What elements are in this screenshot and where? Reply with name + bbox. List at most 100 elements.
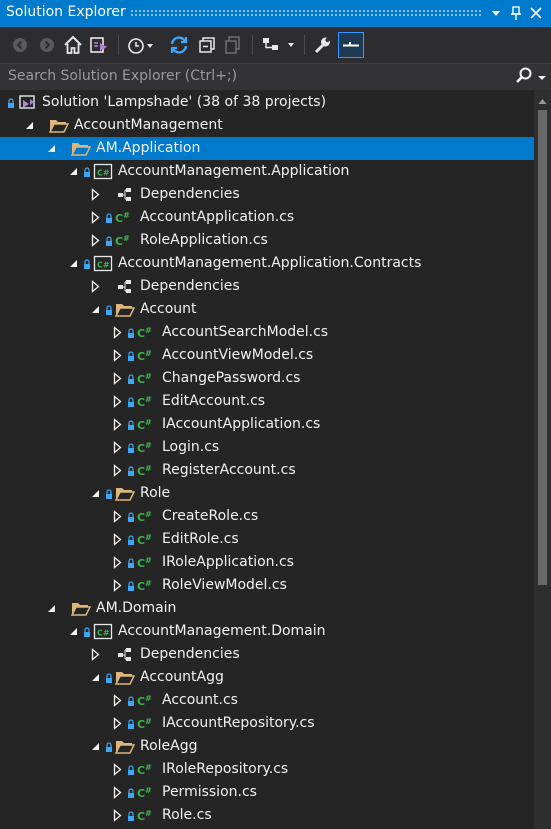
collapsed-triangle-icon[interactable] bbox=[110, 413, 124, 436]
tree-row[interactable]: C # ChangePassword.cs bbox=[0, 367, 534, 390]
settings-icon[interactable] bbox=[338, 32, 364, 58]
title-grip[interactable] bbox=[130, 9, 483, 16]
csharp-file-icon: C # bbox=[137, 507, 157, 526]
close-icon[interactable] bbox=[528, 3, 544, 23]
collapse-all-icon[interactable] bbox=[196, 34, 218, 56]
search-options-dropdown-icon[interactable] bbox=[536, 68, 548, 86]
collapsed-triangle-icon[interactable] bbox=[110, 459, 124, 482]
tree-row[interactable]: Solution 'Lampshade' (38 of 38 projects) bbox=[0, 91, 534, 114]
source-control-lock-icon bbox=[104, 735, 114, 758]
home-icon[interactable] bbox=[62, 34, 84, 56]
expanded-triangle-icon[interactable] bbox=[88, 735, 102, 758]
collapsed-triangle-icon[interactable] bbox=[110, 367, 124, 390]
tree-row[interactable]: C # Role.cs bbox=[0, 804, 534, 827]
tree-row[interactable]: C # CreateRole.cs bbox=[0, 505, 534, 528]
tree-row[interactable]: C# AccountManagement.Application.Contract… bbox=[0, 252, 534, 275]
collapsed-triangle-icon[interactable] bbox=[88, 643, 102, 666]
tree-row[interactable]: Dependencies bbox=[0, 643, 534, 666]
tree-row[interactable]: C # EditAccount.cs bbox=[0, 390, 534, 413]
expanded-triangle-icon[interactable] bbox=[88, 666, 102, 689]
tree-row[interactable]: AM.Application bbox=[0, 137, 534, 160]
folder-open-icon bbox=[115, 300, 135, 319]
collapsed-triangle-icon[interactable] bbox=[110, 574, 124, 597]
wrench-icon[interactable] bbox=[311, 34, 333, 56]
svg-text:#: # bbox=[145, 809, 152, 818]
expanded-triangle-icon[interactable] bbox=[66, 252, 80, 275]
tree-row[interactable]: C # Login.cs bbox=[0, 436, 534, 459]
tree-row[interactable]: C # RoleViewModel.cs bbox=[0, 574, 534, 597]
tree-row[interactable]: C # Permission.cs bbox=[0, 781, 534, 804]
tree-row[interactable]: C # AccountSearchModel.cs bbox=[0, 321, 534, 344]
solution-tree[interactable]: Solution 'Lampshade' (38 of 38 projects)… bbox=[0, 90, 534, 829]
show-all-files-icon[interactable] bbox=[222, 34, 244, 56]
tree-row[interactable]: AM.Domain bbox=[0, 597, 534, 620]
tree-row[interactable]: Dependencies bbox=[0, 275, 534, 298]
expanded-triangle-icon[interactable] bbox=[66, 620, 80, 643]
tree-row[interactable]: RoleAgg bbox=[0, 735, 534, 758]
collapsed-triangle-icon[interactable] bbox=[110, 528, 124, 551]
collapsed-triangle-icon[interactable] bbox=[110, 436, 124, 459]
toolbar-separator bbox=[118, 35, 119, 55]
collapsed-triangle-icon[interactable] bbox=[110, 344, 124, 367]
tree-row[interactable]: C # IRoleApplication.cs bbox=[0, 551, 534, 574]
collapsed-triangle-icon[interactable] bbox=[110, 390, 124, 413]
tree-row[interactable]: C # AccountApplication.cs bbox=[0, 206, 534, 229]
collapsed-triangle-icon[interactable] bbox=[110, 551, 124, 574]
collapsed-triangle-icon[interactable] bbox=[110, 689, 124, 712]
preview-icon[interactable] bbox=[260, 34, 298, 56]
collapsed-triangle-icon[interactable] bbox=[110, 505, 124, 528]
svg-text:C: C bbox=[137, 511, 145, 524]
forward-icon[interactable] bbox=[36, 34, 58, 56]
tree-row[interactable]: C # IRoleRepository.cs bbox=[0, 758, 534, 781]
tree-row[interactable]: C # IAccountApplication.cs bbox=[0, 413, 534, 436]
source-control-lock-icon bbox=[126, 390, 136, 413]
svg-text:#: # bbox=[145, 395, 152, 404]
tree-row[interactable]: C # Account.cs bbox=[0, 689, 534, 712]
dependencies-icon bbox=[115, 277, 135, 296]
collapsed-triangle-icon[interactable] bbox=[88, 229, 102, 252]
expanded-triangle-icon[interactable] bbox=[22, 114, 36, 137]
back-icon[interactable] bbox=[9, 34, 31, 56]
collapsed-triangle-icon[interactable] bbox=[88, 183, 102, 206]
scrollbar-thumb[interactable] bbox=[538, 110, 547, 585]
expanded-triangle-icon[interactable] bbox=[88, 298, 102, 321]
tree-row[interactable]: Account bbox=[0, 298, 534, 321]
collapsed-triangle-icon[interactable] bbox=[110, 758, 124, 781]
collapsed-triangle-icon[interactable] bbox=[110, 321, 124, 344]
folder-open-icon bbox=[71, 139, 91, 158]
expanded-triangle-icon[interactable] bbox=[44, 137, 58, 160]
expanded-triangle-icon[interactable] bbox=[88, 482, 102, 505]
collapsed-triangle-icon[interactable] bbox=[110, 712, 124, 735]
search-icon[interactable] bbox=[514, 66, 534, 86]
sync-icon[interactable] bbox=[168, 34, 190, 56]
tree-row[interactable]: AccountAgg bbox=[0, 666, 534, 689]
folder-open-icon bbox=[49, 116, 69, 135]
tree-row[interactable]: C# AccountManagement.Application bbox=[0, 160, 534, 183]
collapsed-triangle-icon[interactable] bbox=[110, 781, 124, 804]
tree-row[interactable]: C # EditRole.cs bbox=[0, 528, 534, 551]
svg-text:#: # bbox=[145, 349, 152, 358]
expanded-triangle-icon[interactable] bbox=[66, 160, 80, 183]
tree-row[interactable]: Dependencies bbox=[0, 183, 534, 206]
tree-row[interactable]: AccountManagement bbox=[0, 114, 534, 137]
tree-item-label: Solution 'Lampshade' (38 of 38 projects) bbox=[42, 94, 327, 110]
pin-icon[interactable] bbox=[508, 3, 524, 23]
vertical-scrollbar[interactable] bbox=[534, 90, 551, 829]
switch-views-icon[interactable] bbox=[88, 34, 110, 56]
tree-row[interactable]: C# AccountManagement.Domain bbox=[0, 620, 534, 643]
window-dropdown-icon[interactable] bbox=[488, 3, 504, 23]
tree-row[interactable]: C # AccountViewModel.cs bbox=[0, 344, 534, 367]
tree-row[interactable]: C # RoleApplication.cs bbox=[0, 229, 534, 252]
expanded-triangle-icon[interactable] bbox=[44, 597, 58, 620]
search-input[interactable] bbox=[0, 64, 510, 88]
collapsed-triangle-icon[interactable] bbox=[88, 275, 102, 298]
pending-changes-filter-icon[interactable] bbox=[126, 34, 156, 56]
tree-row[interactable]: C # RegisterAccount.cs bbox=[0, 459, 534, 482]
svg-text:#: # bbox=[145, 464, 152, 473]
tree-row[interactable]: Role bbox=[0, 482, 534, 505]
collapsed-triangle-icon[interactable] bbox=[88, 206, 102, 229]
scroll-up-icon[interactable] bbox=[538, 94, 547, 104]
tree-item-label: EditRole.cs bbox=[162, 531, 239, 547]
collapsed-triangle-icon[interactable] bbox=[110, 804, 124, 827]
tree-row[interactable]: C # IAccountRepository.cs bbox=[0, 712, 534, 735]
